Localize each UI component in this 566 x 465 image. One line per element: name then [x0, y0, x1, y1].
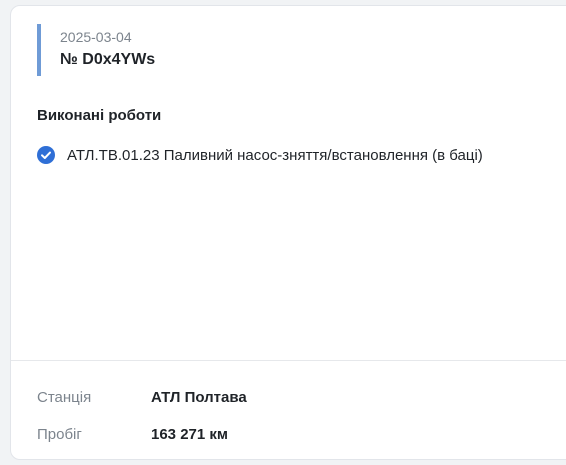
completed-works-title: Виконані роботи: [37, 107, 162, 124]
work-item-label: АТЛ.ТВ.01.23 Паливний насос-зняття/встан…: [67, 146, 483, 164]
divider: [11, 360, 566, 361]
mileage-row: Пробіг 163 271 км: [37, 426, 228, 443]
service-record-card: 2025-03-04 № D0x4YWs Виконані роботи АТЛ…: [10, 5, 566, 460]
station-label: Станція: [37, 389, 92, 406]
station-row: Станція АТЛ Полтава: [37, 389, 247, 406]
record-number: № D0x4YWs: [60, 51, 156, 68]
record-header: 2025-03-04 № D0x4YWs: [37, 24, 155, 76]
record-date: 2025-03-04: [60, 29, 132, 45]
mileage-label: Пробіг: [37, 426, 82, 443]
mileage-value: 163 271 км: [151, 426, 228, 443]
work-list-item: АТЛ.ТВ.01.23 Паливний насос-зняття/встан…: [37, 146, 483, 164]
check-circle-icon: [37, 146, 55, 164]
station-value: АТЛ Полтава: [151, 389, 247, 406]
